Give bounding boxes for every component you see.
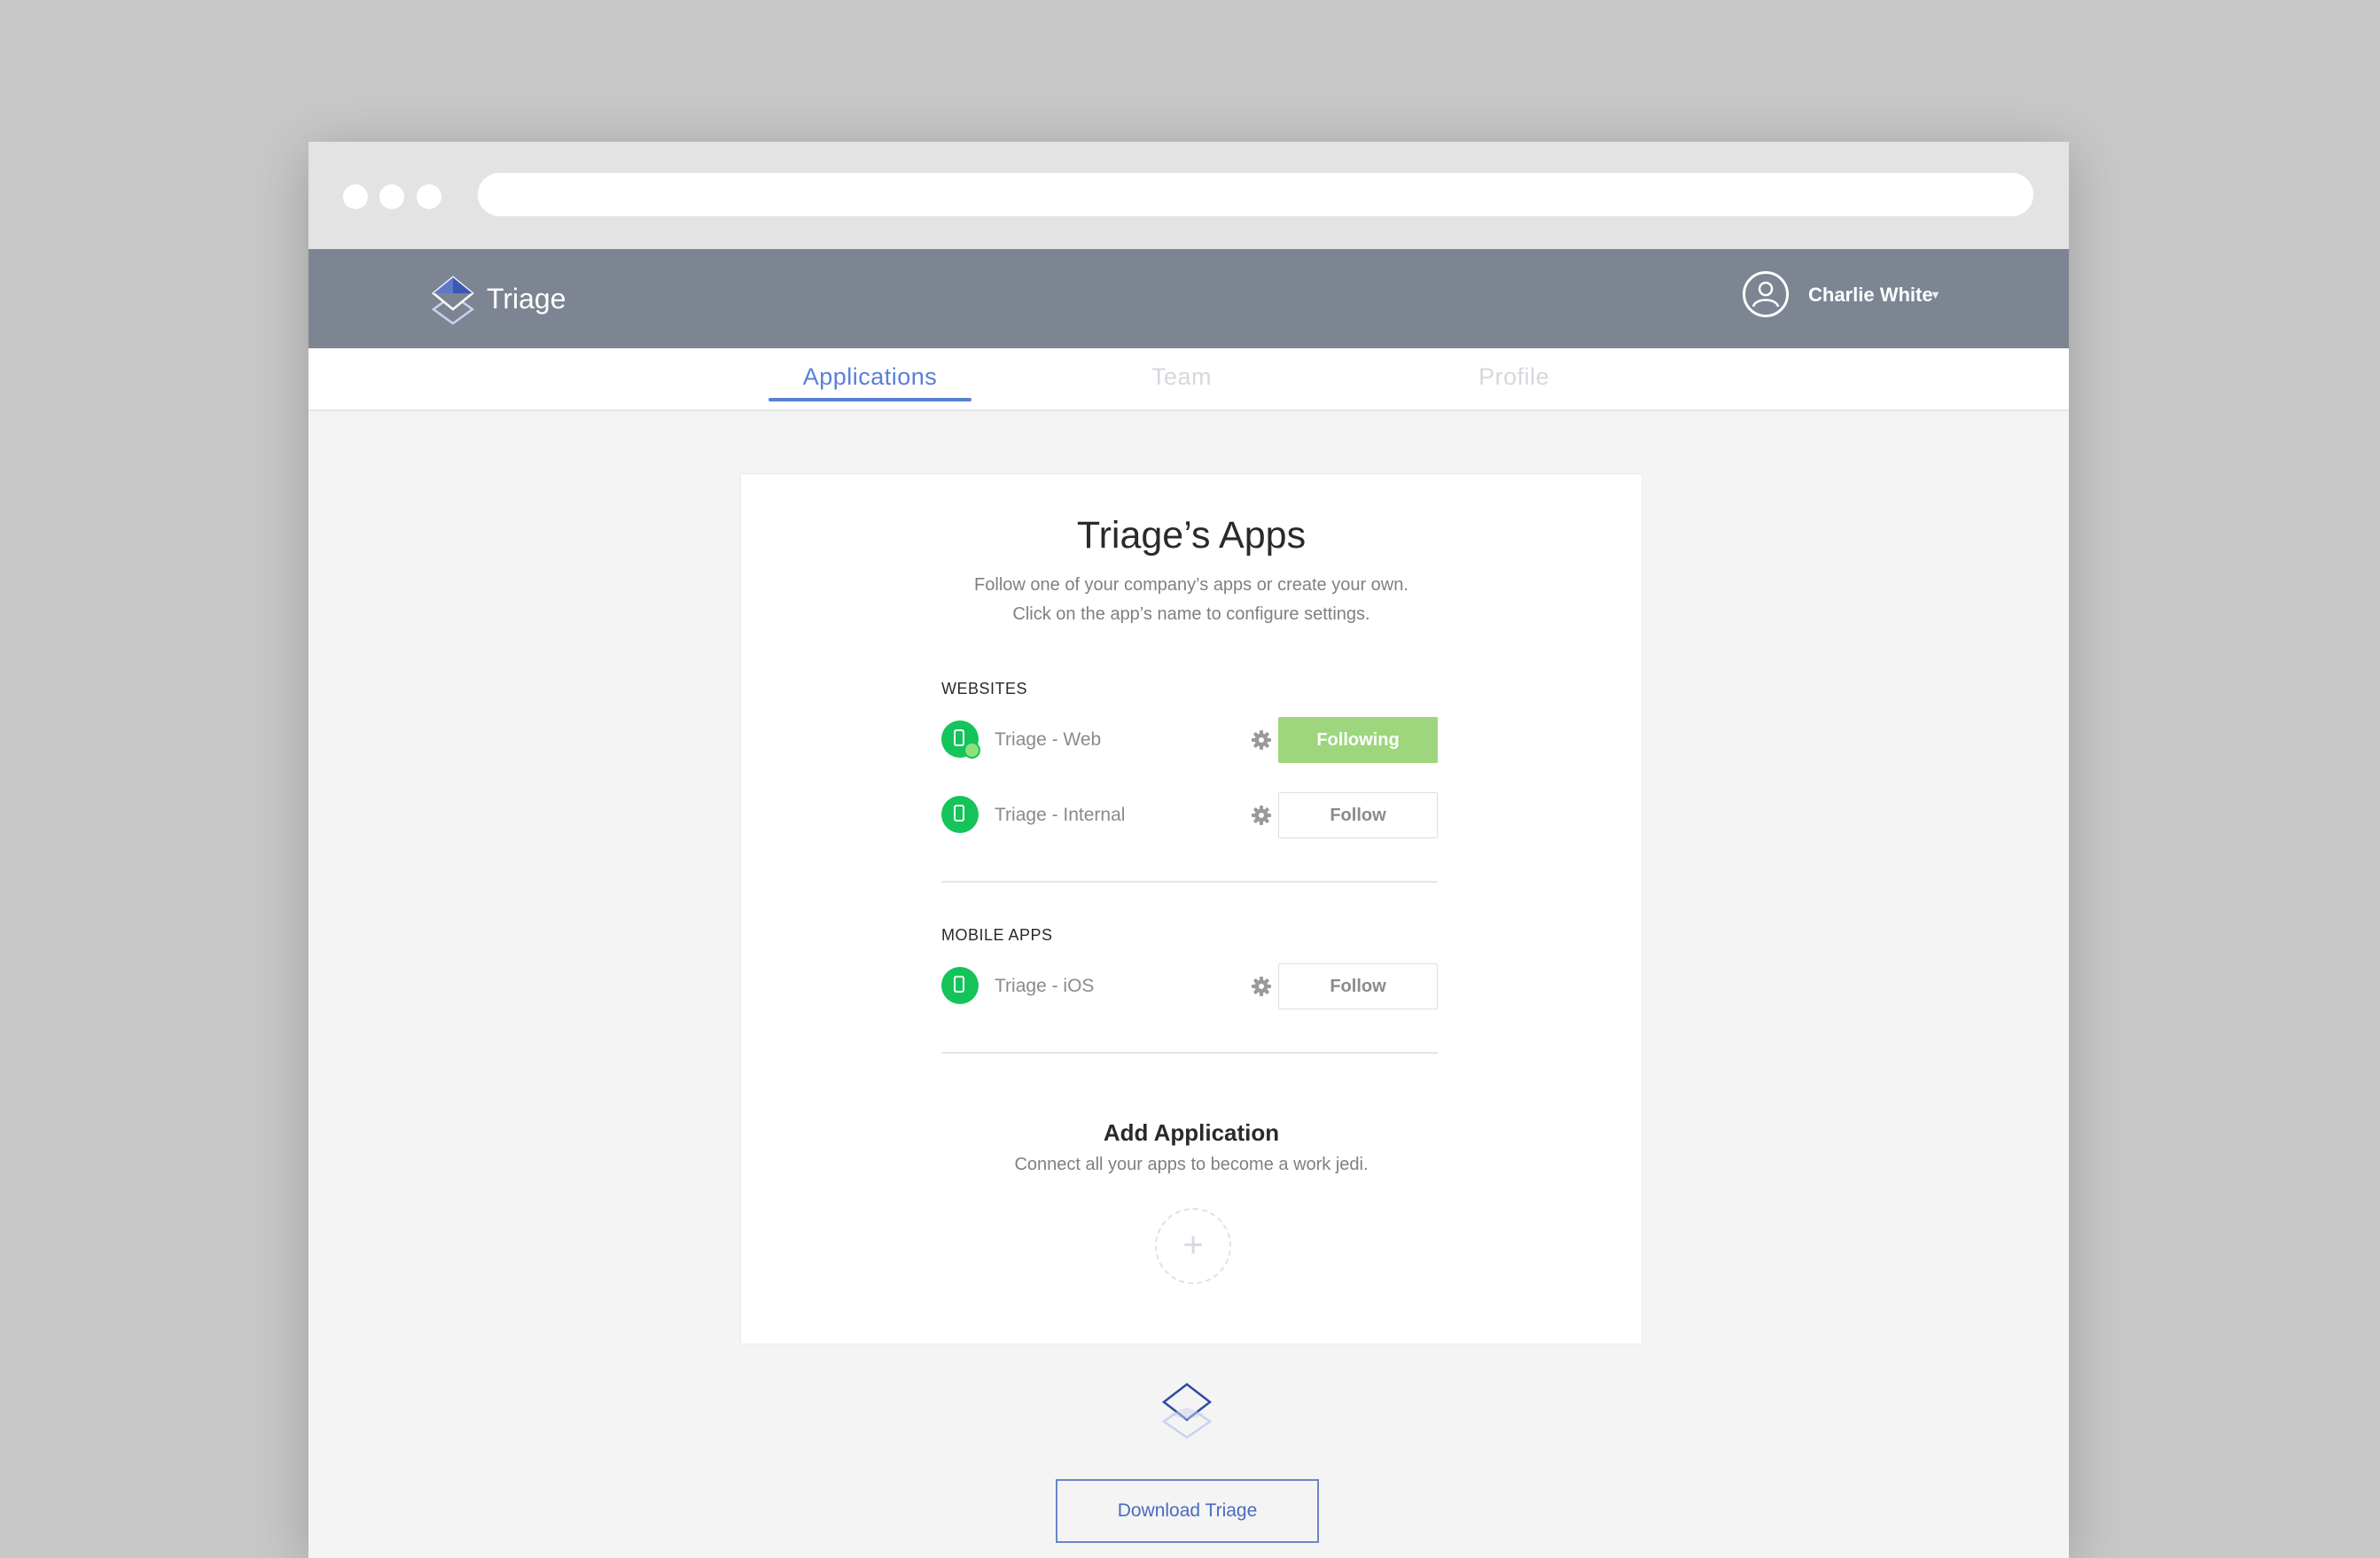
- tab-bar: Applications Team Profile: [308, 348, 2069, 411]
- triage-logo-icon: [1161, 1383, 1213, 1439]
- tab-applications[interactable]: Applications: [769, 361, 972, 393]
- address-bar[interactable]: [478, 173, 2033, 216]
- add-application-subtitle: Connect all your apps to become a work j…: [1014, 1155, 1369, 1174]
- add-application-title: Add Application: [1103, 1119, 1280, 1146]
- user-menu-name[interactable]: Charlie White: [1808, 283, 1933, 308]
- brand-name[interactable]: Triage: [487, 281, 566, 316]
- gear-icon[interactable]: [1250, 804, 1273, 827]
- gear-icon[interactable]: [1250, 975, 1273, 998]
- section-label-mobile-apps: MOBILE APPS: [941, 926, 1053, 944]
- user-icon: [1752, 281, 1780, 308]
- tab-profile[interactable]: Profile: [1452, 361, 1576, 393]
- card-subtitle-line2: Click on the app’s name to configure set…: [1012, 604, 1370, 624]
- browser-window: Triage Charlie White ▼ Applications Team…: [308, 142, 2069, 1558]
- follow-button[interactable]: Follow: [1278, 792, 1438, 838]
- mobile-app-icon: [941, 721, 980, 759]
- section-divider: [941, 1052, 1438, 1054]
- app-name[interactable]: Triage - iOS: [995, 974, 1094, 999]
- add-application-button[interactable]: +: [1155, 1208, 1231, 1284]
- section-divider: [941, 881, 1438, 883]
- following-check-icon: [964, 742, 980, 759]
- app-row-triage-internal: Triage - Internal Follow: [941, 792, 1438, 838]
- app-header: Triage Charlie White ▼: [308, 249, 2069, 348]
- plus-icon: +: [1182, 1226, 1204, 1265]
- app-name[interactable]: Triage - Web: [995, 728, 1101, 752]
- mobile-app-icon: [941, 967, 979, 1004]
- follow-button[interactable]: Follow: [1278, 963, 1438, 1009]
- app-name[interactable]: Triage - Internal: [995, 803, 1125, 828]
- triage-logo-icon[interactable]: [430, 274, 476, 325]
- window-maximize-dot[interactable]: [417, 184, 441, 209]
- active-tab-indicator: [769, 398, 972, 401]
- app-row-triage-ios: Triage - iOS Follow: [941, 963, 1438, 1009]
- mobile-app-icon: [941, 796, 979, 833]
- tab-team[interactable]: Team: [1133, 361, 1230, 393]
- download-triage-button[interactable]: Download Triage: [1056, 1479, 1319, 1543]
- following-button[interactable]: Following: [1278, 717, 1438, 763]
- window-close-dot[interactable]: [343, 184, 368, 209]
- app-row-triage-web: Triage - Web Following: [941, 717, 1438, 763]
- gear-icon[interactable]: [1250, 728, 1273, 752]
- card-subtitle-line1: Follow one of your company’s apps or cre…: [974, 575, 1408, 595]
- browser-chrome: [308, 142, 2069, 249]
- user-avatar[interactable]: [1743, 271, 1789, 317]
- window-minimize-dot[interactable]: [379, 184, 404, 209]
- page-title: Triage’s Apps: [1076, 514, 1307, 557]
- chevron-down-icon[interactable]: ▼: [1930, 283, 1941, 308]
- section-label-websites: WEBSITES: [941, 680, 1028, 697]
- apps-card: Triage’s Apps Follow one of your company…: [740, 473, 1643, 1344]
